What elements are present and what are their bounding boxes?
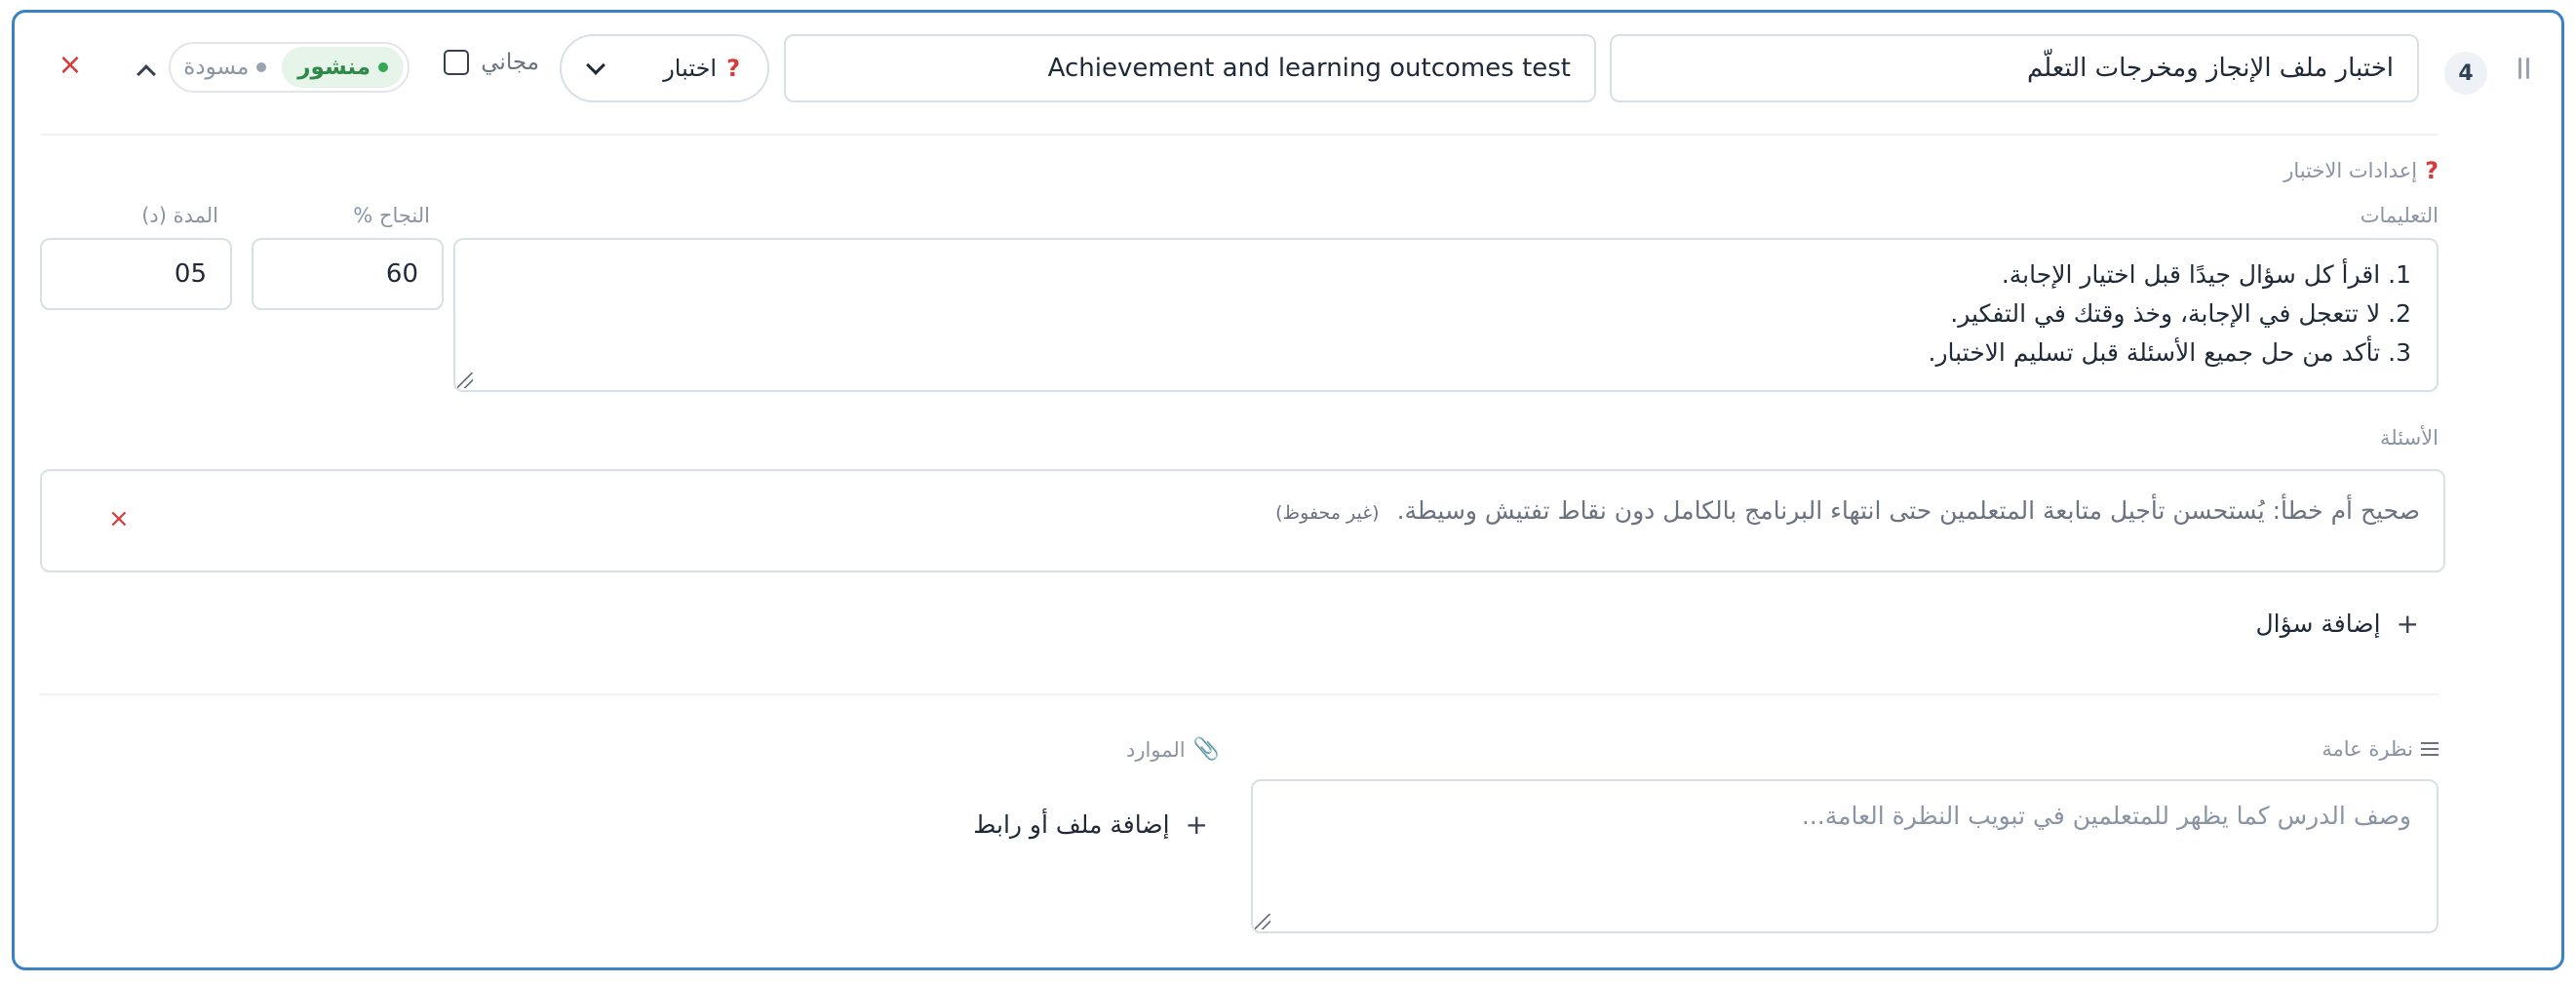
resources-label: الموارد bbox=[1126, 737, 1186, 762]
duration-input[interactable]: 05 bbox=[40, 238, 232, 310]
plus-icon: + bbox=[1185, 808, 1208, 841]
free-toggle[interactable]: مجاني bbox=[444, 50, 539, 75]
resize-handle-icon[interactable] bbox=[1255, 914, 1270, 929]
quiz-settings-title: إعدادات الاختبار bbox=[2283, 159, 2418, 182]
lesson-header: 4 اختبار ملف الإنجاز ومخرجات التعلّم Ach… bbox=[15, 13, 2561, 130]
paperclip-icon: 📎 bbox=[1192, 737, 1220, 762]
help-icon: ? bbox=[2425, 157, 2439, 184]
published-dot-icon bbox=[378, 62, 388, 72]
overview-label: نظرة عامة bbox=[2322, 737, 2413, 761]
status-published-button[interactable]: منشور bbox=[282, 47, 404, 88]
section-divider bbox=[40, 693, 2439, 695]
free-label: مجاني bbox=[481, 50, 539, 75]
resources-heading: 📎 الموارد bbox=[1126, 737, 1220, 762]
delete-question-icon[interactable]: × bbox=[108, 504, 130, 533]
overview-placeholder: وصف الدرس كما يظهر للمتعلمين في تبويب ال… bbox=[1801, 802, 2411, 830]
instructions-line: 1. اقرأ كل سؤال جيدًا قبل اختيار الإجابة… bbox=[2001, 260, 2411, 289]
quiz-settings-heading: ? إعدادات الاختبار bbox=[2283, 157, 2439, 184]
duration-label: المدة (د) bbox=[141, 204, 218, 227]
add-resource-button[interactable]: + إضافة ملف أو رابط bbox=[973, 808, 1208, 841]
title-en-input[interactable]: Achievement and learning outcomes test bbox=[784, 34, 1596, 102]
question-item[interactable]: صحيح أم خطأ: يُستحسن تأجيل متابعة المتعل… bbox=[40, 469, 2445, 572]
resize-handle-icon[interactable] bbox=[457, 373, 473, 388]
lesson-index-badge: 4 bbox=[2444, 52, 2487, 95]
chevron-down-icon bbox=[586, 56, 605, 75]
instructions-label: التعليمات bbox=[2360, 204, 2439, 227]
header-divider bbox=[40, 134, 2439, 136]
add-resource-label: إضافة ملف أو رابط bbox=[973, 810, 1170, 839]
plus-icon: + bbox=[2396, 608, 2419, 640]
lines-icon bbox=[2421, 742, 2439, 756]
lesson-type-select[interactable]: ? اختبار bbox=[560, 34, 769, 102]
drag-handle-icon[interactable] bbox=[2518, 58, 2532, 83]
collapse-chevron-up-icon[interactable] bbox=[137, 64, 156, 84]
question-text-content: صحيح أم خطأ: يُستحسن تأجيل متابعة المتعل… bbox=[1396, 496, 2420, 525]
title-ar-input[interactable]: اختبار ملف الإنجاز ومخرجات التعلّم bbox=[1610, 34, 2419, 102]
pass-percent-input[interactable]: 60 bbox=[252, 238, 444, 310]
overview-heading: نظرة عامة bbox=[2322, 737, 2439, 761]
lesson-card: 4 اختبار ملف الإنجاز ومخرجات التعلّم Ach… bbox=[12, 10, 2564, 970]
pass-label: النجاح % bbox=[353, 204, 430, 227]
question-text: صحيح أم خطأ: يُستحسن تأجيل متابعة المتعل… bbox=[1275, 496, 2420, 525]
questions-label: الأسئلة bbox=[2380, 426, 2439, 450]
draft-dot-icon bbox=[256, 62, 267, 72]
overview-textarea[interactable]: وصف الدرس كما يظهر للمتعلمين في تبويب ال… bbox=[1251, 779, 2439, 933]
status-draft-label: مسودة bbox=[183, 55, 250, 80]
instructions-line: 2. لا تتعجل في الإجابة، وخذ وقتك في التف… bbox=[1950, 299, 2411, 328]
status-published-label: منشور bbox=[297, 55, 371, 80]
add-question-button[interactable]: + إضافة سؤال bbox=[2255, 608, 2419, 640]
status-draft-button[interactable]: مسودة bbox=[168, 47, 282, 88]
lesson-type-value: اختبار bbox=[663, 55, 718, 82]
unsaved-badge: (غير محفوظ) bbox=[1275, 502, 1380, 524]
status-toggle: منشور مسودة bbox=[169, 42, 410, 93]
help-icon: ? bbox=[726, 55, 740, 82]
instructions-line: 3. تأكد من حل جميع الأسئلة قبل تسليم الا… bbox=[1928, 338, 2412, 367]
instructions-textarea[interactable]: 1. اقرأ كل سؤال جيدًا قبل اختيار الإجابة… bbox=[453, 238, 2439, 392]
add-question-label: إضافة سؤال bbox=[2255, 610, 2381, 638]
free-checkbox[interactable] bbox=[444, 50, 470, 75]
close-icon[interactable]: × bbox=[51, 48, 90, 82]
